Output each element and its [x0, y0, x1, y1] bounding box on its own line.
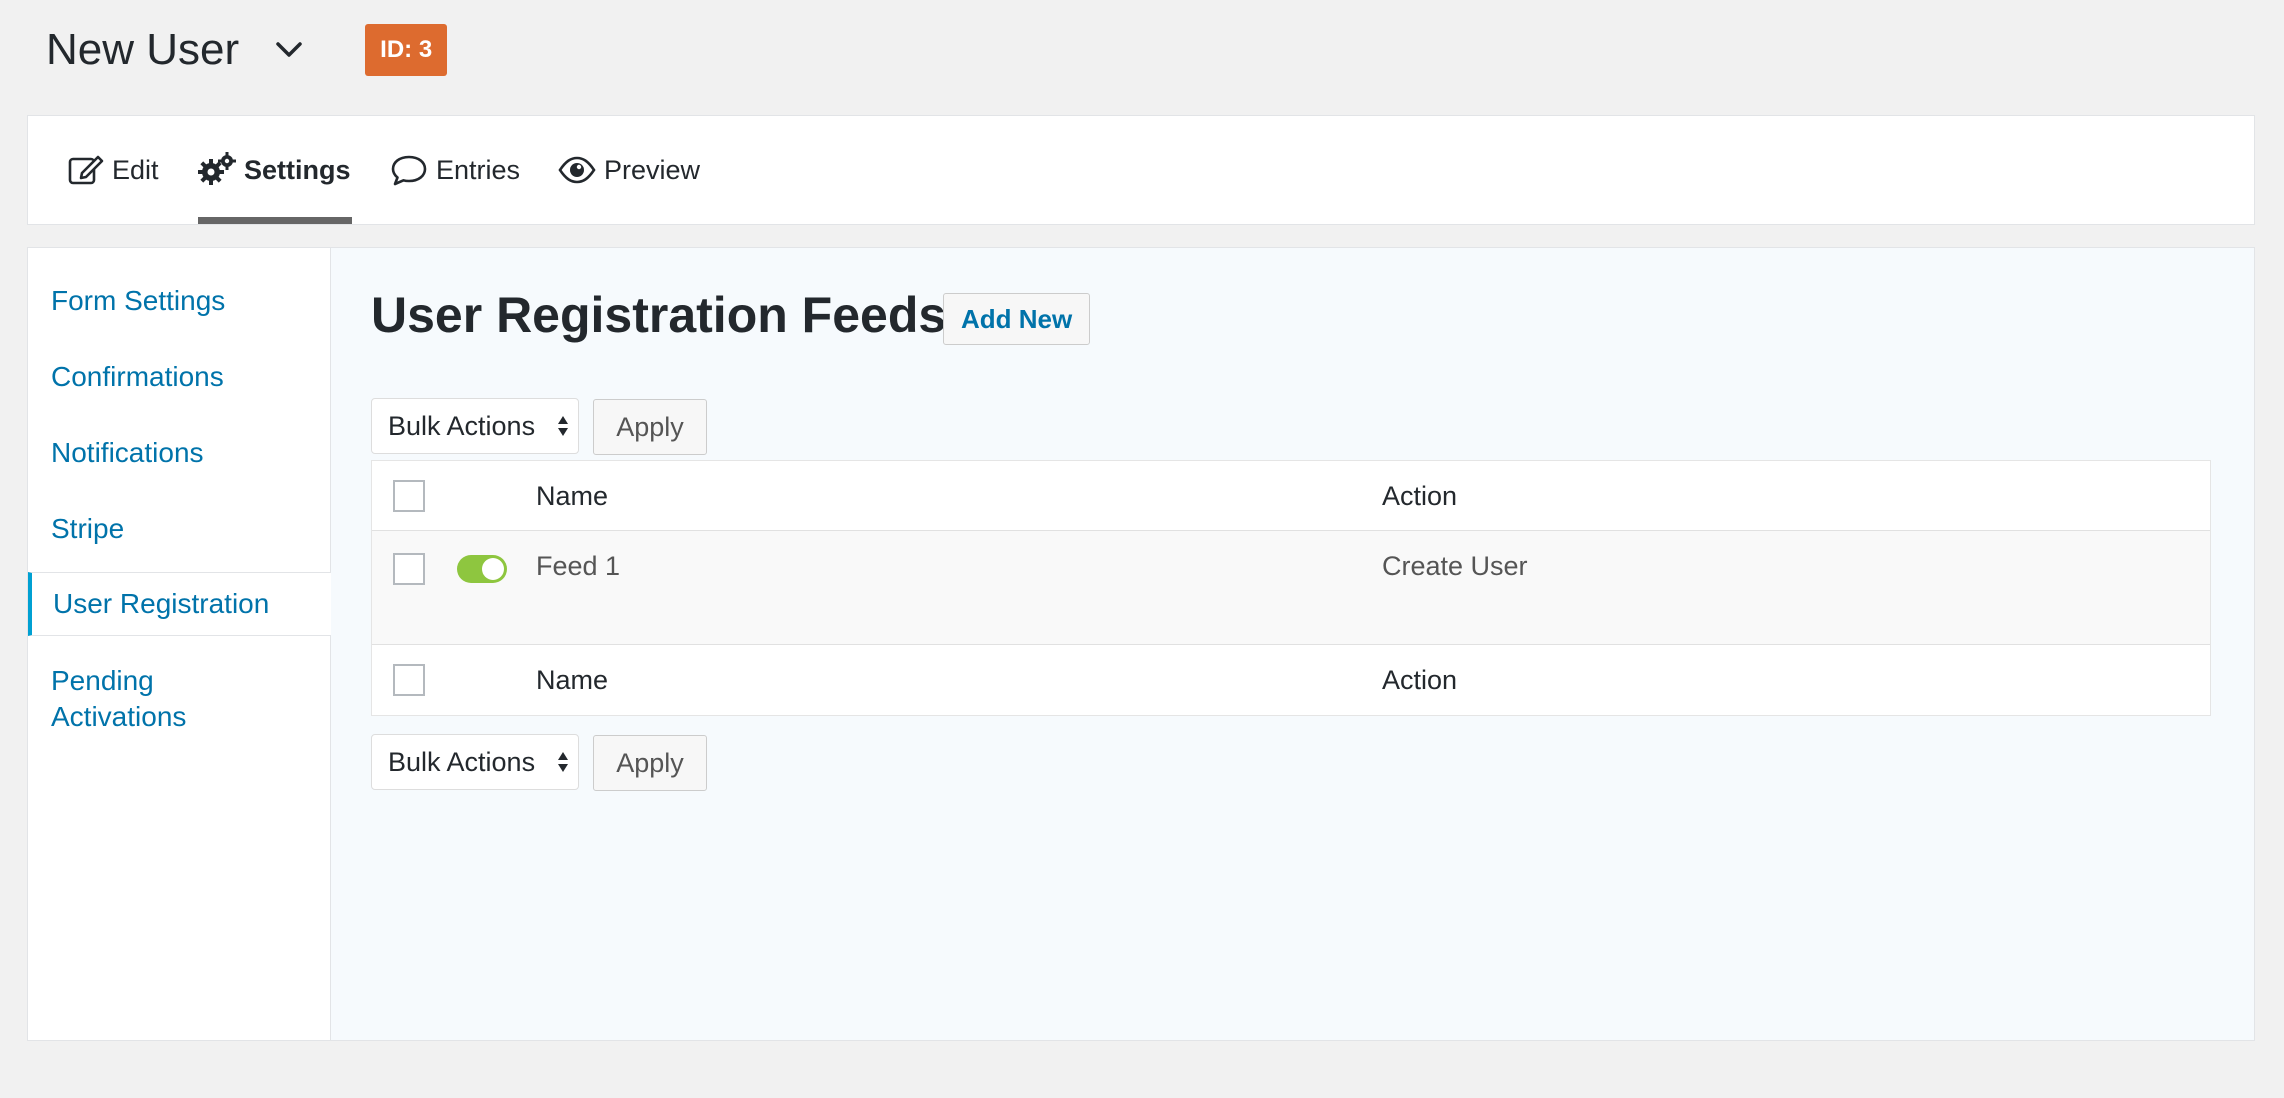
select-all-checkbox[interactable]	[393, 480, 425, 512]
tab-entries[interactable]: Entries	[390, 116, 520, 224]
sidebar-item-notifications[interactable]: Notifications	[28, 435, 331, 471]
column-header-action: Action	[1382, 481, 1458, 511]
bulk-actions-select-top[interactable]: Bulk Actions	[371, 398, 579, 454]
sidebar-item-confirmations[interactable]: Confirmations	[28, 359, 331, 395]
tab-label: Preview	[604, 154, 701, 185]
bulk-actions-label: Bulk Actions	[388, 746, 536, 777]
feeds-content: User Registration Feeds Add New Bulk Act…	[331, 248, 2254, 1040]
tab-label: Entries	[436, 154, 521, 185]
tab-edit[interactable]: Edit	[68, 116, 159, 224]
feed-active-toggle[interactable]	[457, 555, 507, 583]
form-tabs-bar: Edit Settings Entries Preview	[27, 115, 2255, 225]
chevron-down-icon	[276, 42, 302, 57]
table-header-row: Name Action	[372, 461, 2210, 531]
table-footer-row: Name Action	[372, 645, 2210, 715]
tab-label: Settings	[244, 154, 351, 185]
settings-panel: Form Settings Confirmations Notification…	[27, 247, 2255, 1041]
column-footer-name: Name	[536, 665, 609, 695]
edit-icon	[68, 155, 104, 185]
tab-label: Edit	[112, 154, 159, 185]
form-id-badge: ID: 3	[365, 24, 448, 76]
sidebar-item-user-registration[interactable]: User Registration	[28, 572, 332, 636]
speech-bubble-icon	[391, 155, 427, 186]
select-arrows-icon	[558, 752, 568, 772]
feeds-table: Name Action Feed 1 Create User Name Acti…	[371, 460, 2211, 716]
row-checkbox[interactable]	[393, 553, 425, 585]
table-row[interactable]: Feed 1 Create User	[372, 531, 2210, 645]
form-title: New User	[46, 25, 240, 74]
bulk-actions-label: Bulk Actions	[388, 410, 536, 441]
gear-icon	[198, 152, 236, 185]
feed-name[interactable]: Feed 1	[536, 551, 620, 582]
sidebar-item-pending-activations[interactable]: Pending Activations	[28, 663, 248, 735]
sidebar-item-form-settings[interactable]: Form Settings	[28, 283, 331, 319]
add-new-button[interactable]: Add New	[943, 293, 1091, 345]
select-all-checkbox-footer[interactable]	[393, 664, 425, 696]
feed-action: Create User	[1382, 551, 1528, 581]
apply-button-bottom[interactable]: Apply	[593, 735, 707, 791]
tab-preview[interactable]: Preview	[558, 116, 700, 224]
page-title: User Registration Feeds	[371, 287, 947, 343]
tab-settings[interactable]: Settings	[198, 116, 352, 224]
page-header: New User ID: 3	[46, 22, 448, 78]
select-arrows-icon	[558, 416, 568, 436]
bulk-actions-select-bottom[interactable]: Bulk Actions	[371, 734, 579, 790]
toggle-knob	[482, 558, 504, 580]
sidebar-item-stripe[interactable]: Stripe	[28, 511, 331, 547]
form-switcher-dropdown[interactable]	[269, 30, 309, 70]
column-header-name: Name	[536, 481, 609, 511]
settings-sidebar: Form Settings Confirmations Notification…	[28, 248, 332, 1040]
apply-button-top[interactable]: Apply	[593, 399, 707, 455]
eye-icon	[558, 156, 596, 184]
column-footer-action: Action	[1382, 665, 1458, 695]
